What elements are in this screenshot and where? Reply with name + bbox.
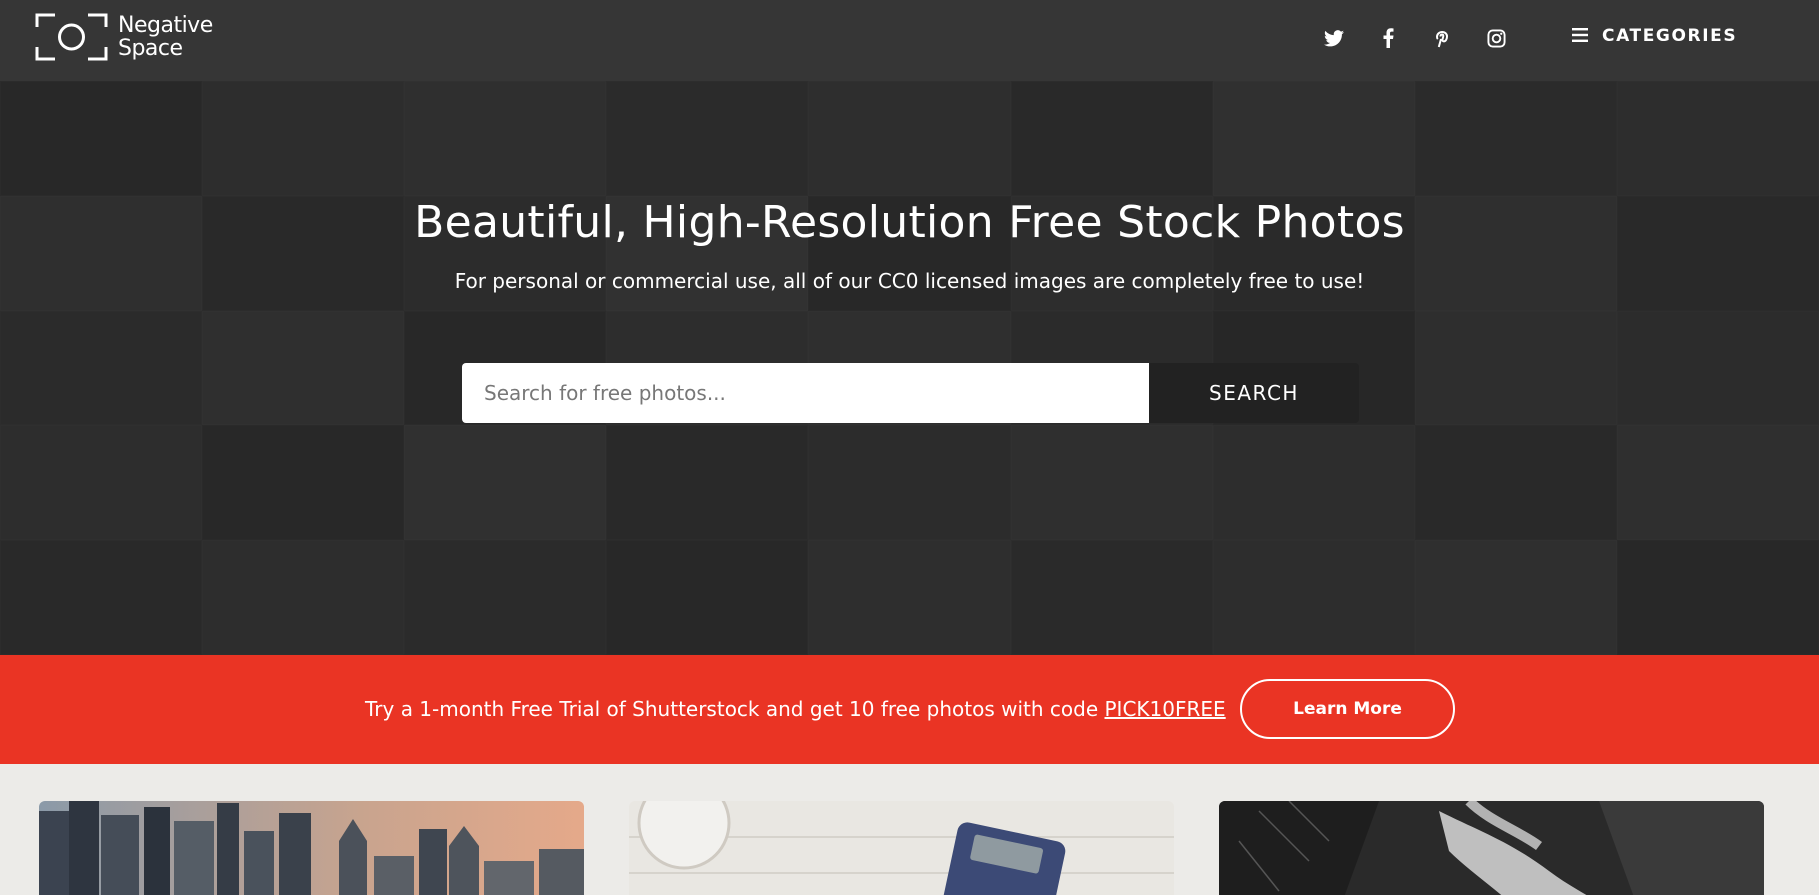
search-input[interactable] <box>462 363 1149 423</box>
social-links <box>1320 24 1510 52</box>
promo-code-link[interactable]: PICK10FREE <box>1105 697 1226 721</box>
logo-text: Negative Space <box>118 13 213 61</box>
twitter-icon[interactable] <box>1320 24 1348 52</box>
instagram-icon[interactable] <box>1482 24 1510 52</box>
facebook-icon[interactable] <box>1374 24 1402 52</box>
hero-subtitle: For personal or commercial use, all of o… <box>454 269 1365 293</box>
waterfall-photo[interactable] <box>1219 801 1764 895</box>
desk-calculator-photo[interactable] <box>629 801 1174 895</box>
pinterest-icon[interactable] <box>1428 24 1456 52</box>
logo-mark-icon <box>35 13 108 61</box>
search-form: SEARCH <box>462 363 1359 423</box>
hamburger-icon <box>1572 27 1588 46</box>
categories-label: CATEGORIES <box>1602 26 1738 46</box>
categories-menu[interactable]: CATEGORIES <box>1572 26 1737 46</box>
learn-more-button[interactable]: Learn More <box>1240 679 1455 739</box>
city-skyline-photo[interactable] <box>39 801 584 895</box>
photo-gallery <box>0 764 1819 895</box>
search-button[interactable]: SEARCH <box>1149 363 1359 423</box>
promo-text: Try a 1-month Free Trial of Shutterstock… <box>365 697 1226 721</box>
hero-title: Beautiful, High-Resolution Free Stock Ph… <box>414 197 1405 248</box>
promo-banner: Try a 1-month Free Trial of Shutterstock… <box>0 655 1819 764</box>
hero-section: Beautiful, High-Resolution Free Stock Ph… <box>0 81 1819 655</box>
site-logo[interactable]: Negative Space <box>35 13 213 61</box>
site-header: Negative Space CATEGORIES <box>0 0 1819 81</box>
